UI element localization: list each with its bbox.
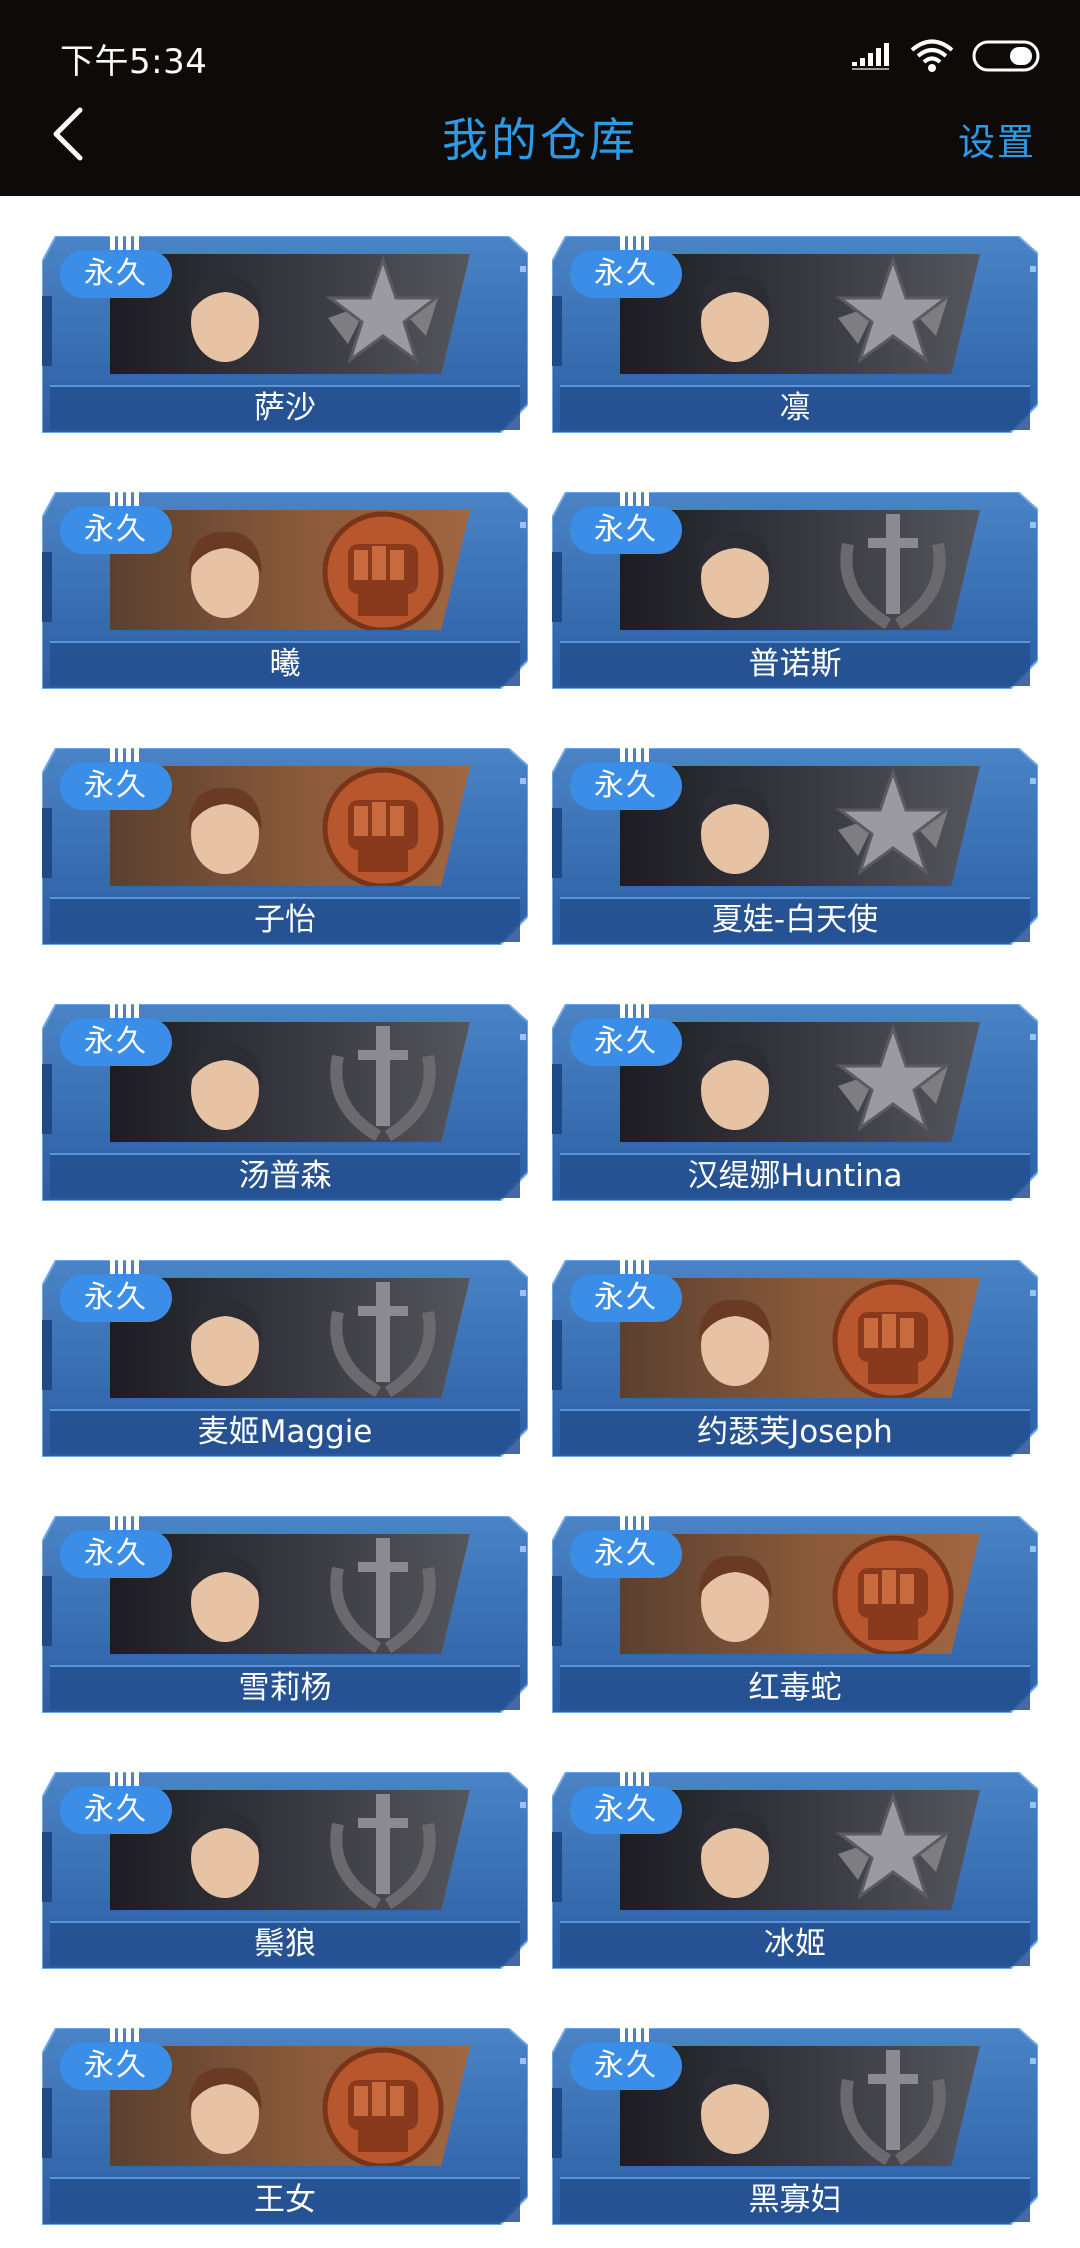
character-name: 汤普森 — [238, 1158, 332, 1194]
sword-wreath-emblem — [318, 1278, 448, 1398]
settings-button[interactable]: 设置 — [958, 112, 1036, 166]
character-figure — [660, 516, 810, 630]
status-icons — [852, 36, 1040, 76]
inventory-card[interactable]: 永久 夏娃-白天使 — [552, 746, 1038, 945]
character-name: 汉缇娜Huntina — [687, 1158, 903, 1194]
character-figure — [150, 1540, 300, 1654]
warehouse-screen: 下午5:34 我的仓库 设置 永久 萨沙 永久 凛 永久 曦 永久 普诺斯 永久… — [0, 0, 1080, 2248]
star-wings-emblem — [318, 254, 448, 374]
top-bar: 下午5:34 我的仓库 设置 — [0, 0, 1080, 196]
duration-badge: 永久 — [60, 1018, 172, 1066]
inventory-card[interactable]: 永久 雪莉杨 — [42, 1514, 528, 1713]
character-name: 凛 — [779, 390, 811, 426]
character-figure — [150, 2052, 300, 2166]
duration-badge: 永久 — [570, 1530, 682, 1578]
sword-wreath-emblem — [828, 2046, 958, 2166]
character-figure — [150, 772, 300, 886]
signal-icon — [852, 42, 892, 70]
inventory-card[interactable]: 永久 萨沙 — [42, 234, 528, 433]
inventory-card[interactable]: 永久 汤普森 — [42, 1002, 528, 1201]
duration-badge: 永久 — [570, 2042, 682, 2090]
character-name: 麦姬Maggie — [197, 1414, 373, 1450]
character-figure — [150, 1284, 300, 1398]
inventory-card[interactable]: 永久 鬃狼 — [42, 1770, 528, 1969]
character-name: 约瑟芙Joseph — [697, 1414, 893, 1450]
character-name: 曦 — [269, 646, 301, 682]
inventory-card[interactable]: 永久 王女 — [42, 2026, 528, 2225]
character-figure — [150, 1796, 300, 1910]
character-name: 黑寡妇 — [748, 2182, 842, 2218]
character-name: 雪莉杨 — [238, 1670, 332, 1706]
star-wings-emblem — [828, 1790, 958, 1910]
inventory-card[interactable]: 永久 凛 — [552, 234, 1038, 433]
fist-emblem — [318, 2046, 448, 2166]
sword-wreath-emblem — [318, 1790, 448, 1910]
character-figure — [150, 516, 300, 630]
star-wings-emblem — [828, 766, 958, 886]
character-figure — [660, 772, 810, 886]
duration-badge: 永久 — [60, 1274, 172, 1322]
sword-wreath-emblem — [318, 1534, 448, 1654]
inventory-card[interactable]: 永久 普诺斯 — [552, 490, 1038, 689]
page-title: 我的仓库 — [442, 113, 638, 167]
inventory-card[interactable]: 永久 黑寡妇 — [552, 2026, 1038, 2225]
inventory-card[interactable]: 永久 麦姬Maggie — [42, 1258, 528, 1457]
duration-badge: 永久 — [60, 506, 172, 554]
duration-badge: 永久 — [570, 1274, 682, 1322]
character-figure — [660, 1540, 810, 1654]
inventory-card[interactable]: 永久 约瑟芙Joseph — [552, 1258, 1038, 1457]
inventory-card[interactable]: 永久 子怡 — [42, 746, 528, 945]
character-name: 王女 — [254, 2182, 316, 2218]
duration-badge: 永久 — [60, 762, 172, 810]
duration-badge: 永久 — [570, 1018, 682, 1066]
wifi-icon — [910, 39, 954, 73]
sword-wreath-emblem — [318, 1022, 448, 1142]
duration-badge: 永久 — [60, 2042, 172, 2090]
battery-icon — [972, 40, 1040, 72]
duration-badge: 永久 — [60, 1530, 172, 1578]
character-figure — [150, 260, 300, 374]
character-figure — [660, 1284, 810, 1398]
inventory-card[interactable]: 永久 曦 — [42, 490, 528, 689]
inventory-card[interactable]: 永久 汉缇娜Huntina — [552, 1002, 1038, 1201]
character-name: 红毒蛇 — [748, 1670, 842, 1706]
character-name: 夏娃-白天使 — [711, 902, 879, 938]
character-name: 冰姬 — [764, 1926, 826, 1962]
character-name: 普诺斯 — [748, 646, 842, 682]
inventory-card[interactable]: 永久 红毒蛇 — [552, 1514, 1038, 1713]
character-figure — [660, 2052, 810, 2166]
duration-badge: 永久 — [570, 1786, 682, 1834]
fist-emblem — [828, 1534, 958, 1654]
character-figure — [660, 1028, 810, 1142]
fist-emblem — [318, 510, 448, 630]
star-wings-emblem — [828, 254, 958, 374]
status-time: 下午5:34 — [60, 42, 208, 82]
duration-badge: 永久 — [570, 250, 682, 298]
character-name: 子怡 — [254, 902, 316, 938]
fist-emblem — [828, 1278, 958, 1398]
duration-badge: 永久 — [60, 250, 172, 298]
sword-wreath-emblem — [828, 510, 958, 630]
star-wings-emblem — [828, 1022, 958, 1142]
character-figure — [660, 1796, 810, 1910]
fist-emblem — [318, 766, 448, 886]
character-name: 萨沙 — [254, 390, 316, 426]
duration-badge: 永久 — [570, 506, 682, 554]
character-figure — [660, 260, 810, 374]
inventory-card[interactable]: 永久 冰姬 — [552, 1770, 1038, 1969]
character-name: 鬃狼 — [254, 1926, 316, 1962]
duration-badge: 永久 — [60, 1786, 172, 1834]
inventory-grid: 永久 萨沙 永久 凛 永久 曦 永久 普诺斯 永久 子怡 永久 夏娃-白天使 永… — [42, 234, 1042, 2225]
duration-badge: 永久 — [570, 762, 682, 810]
character-figure — [150, 1028, 300, 1142]
